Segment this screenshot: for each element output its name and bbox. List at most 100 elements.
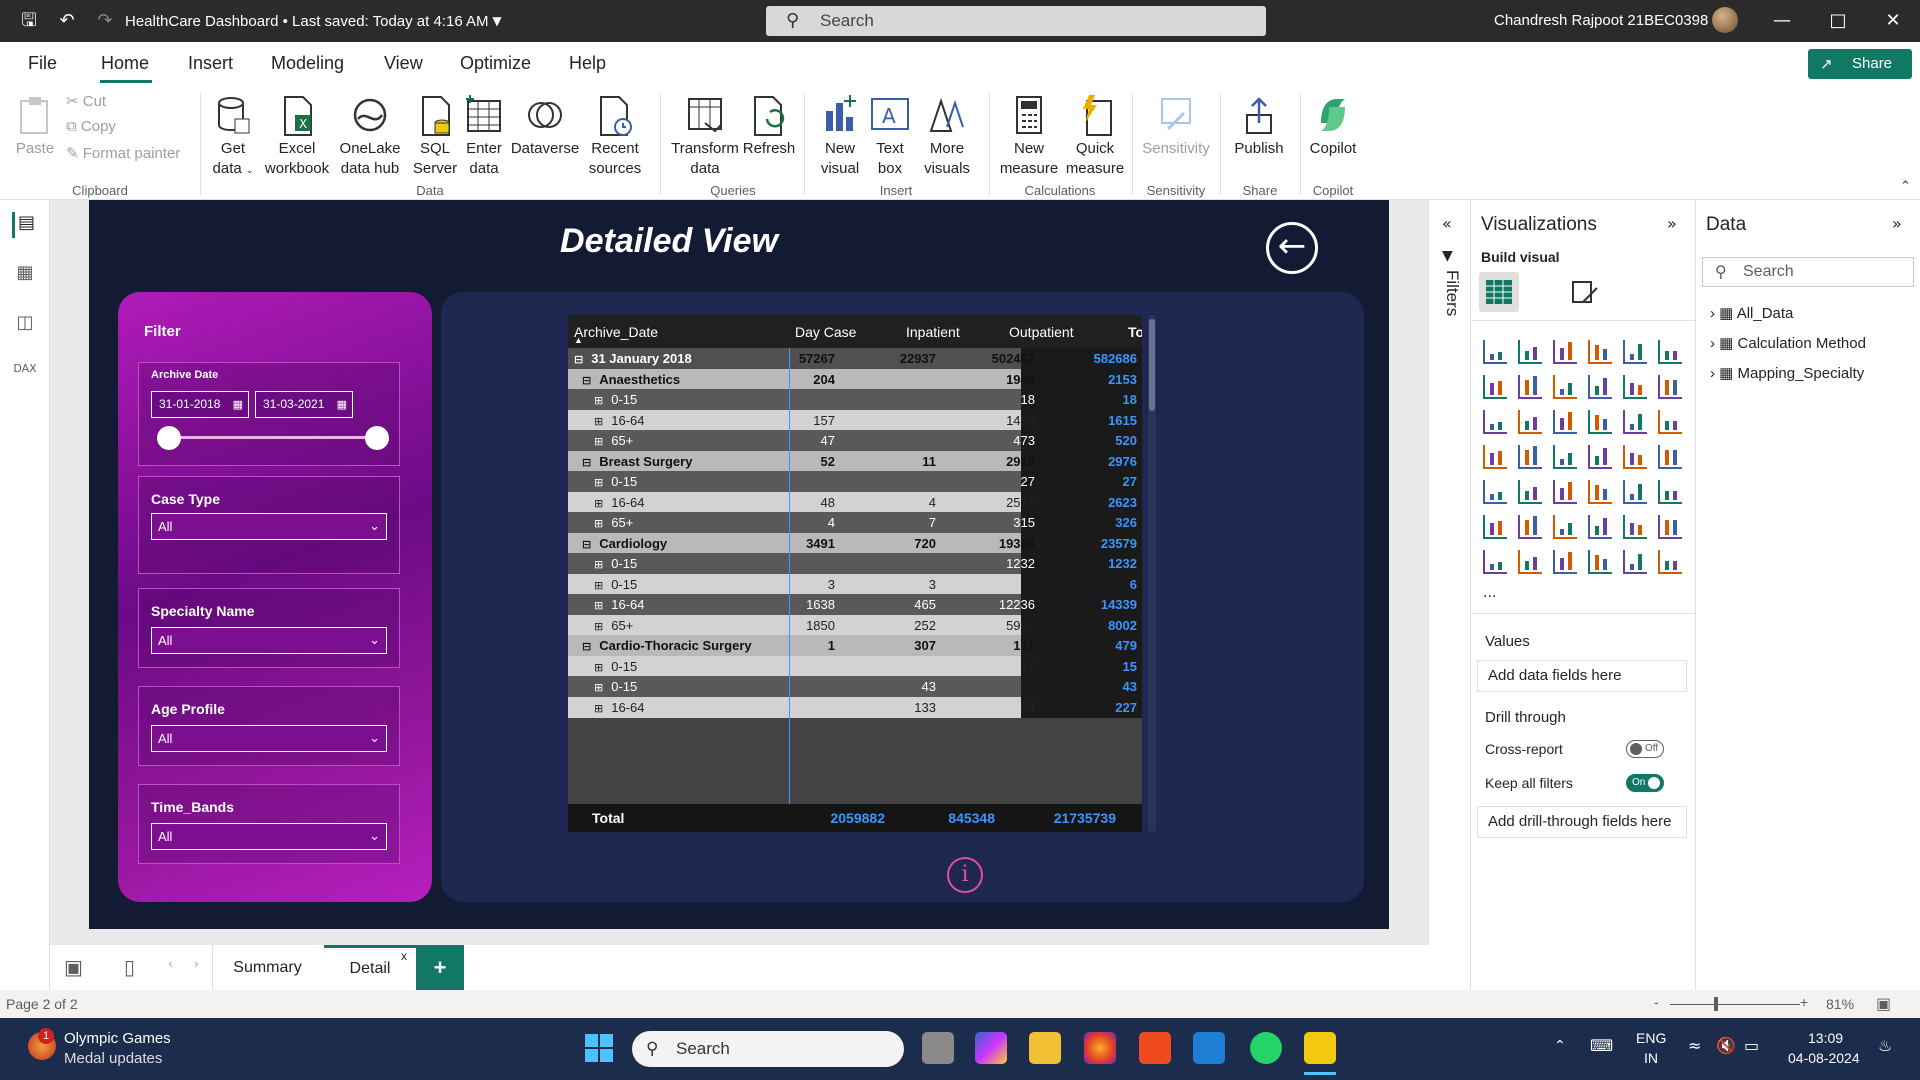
expand-collapse-icon[interactable]: ⊞ [594, 435, 603, 448]
copilot-app-icon[interactable] [975, 1032, 1007, 1064]
menu-file[interactable]: File [28, 53, 57, 74]
date-range-end-handle[interactable] [365, 426, 389, 450]
zoom-in-button[interactable]: + [1800, 994, 1808, 1010]
keep-filters-toggle[interactable]: On [1626, 774, 1664, 792]
decomposition-tree-visual-icon[interactable] [1553, 515, 1577, 539]
data-table-item[interactable]: › ▦ Mapping_Specialty [1710, 364, 1864, 382]
col-header-outpatient[interactable]: Outpatient [1009, 324, 1074, 340]
cut-button[interactable]: ✂ Cut [66, 92, 106, 110]
menu-insert[interactable]: Insert [188, 53, 233, 74]
start-date-input[interactable]: 31-01-2018 ▦ [151, 391, 249, 418]
table-row[interactable]: ⊞ 0-15 27 27 [568, 471, 1142, 492]
desktop-layout-icon[interactable]: ▣ [64, 955, 83, 979]
sensitivity-button[interactable]: Sensitivity [1136, 93, 1216, 159]
expand-collapse-icon[interactable]: ⊞ [594, 599, 603, 612]
notification-bell-icon[interactable]: ♨ [1878, 1036, 1892, 1055]
100-bar-visual-icon[interactable] [1623, 340, 1647, 364]
expand-collapse-icon[interactable]: ⊞ [594, 702, 603, 715]
ribbon-visual-icon[interactable] [1588, 375, 1612, 399]
narrative-visual-icon[interactable] [1623, 515, 1647, 539]
quick-measure-button[interactable]: Quick measure [1062, 93, 1128, 179]
next-page-icon[interactable]: › [194, 957, 199, 971]
file-explorer-icon[interactable] [1029, 1032, 1061, 1064]
undo-icon[interactable]: ↶ [56, 10, 78, 32]
zoom-slider-track[interactable] [1670, 1004, 1800, 1005]
expand-collapse-icon[interactable]: ⊞ [594, 476, 603, 489]
user-name[interactable]: Chandresh Rajpoot 21BEC0398 [1494, 12, 1708, 29]
kpi-visual-icon[interactable] [1518, 480, 1542, 504]
build-visual-tab[interactable] [1479, 272, 1519, 312]
area-visual-icon[interactable] [1518, 375, 1542, 399]
expand-collapse-icon[interactable]: ⊟ [582, 456, 591, 469]
collapse-visualizations-icon[interactable]: » [1667, 214, 1677, 233]
expand-collapse-icon[interactable]: ⊞ [594, 579, 603, 592]
menu-view[interactable]: View [384, 53, 423, 74]
info-icon[interactable]: i [947, 857, 983, 893]
table-row[interactable]: ⊞ 16-64 1638 465 12236 14339 [568, 594, 1142, 615]
copilot-button[interactable]: Copilot [1306, 93, 1360, 159]
python-visual-visual-icon[interactable] [1483, 515, 1507, 539]
stacked-bar-visual-icon[interactable] [1483, 340, 1507, 364]
stacked-area-visual-icon[interactable] [1553, 375, 1577, 399]
shape-map-visual-icon[interactable] [1553, 445, 1577, 469]
table-row[interactable]: ⊟ Cardio-Thoracic Surgery 1 307 171 479 [568, 635, 1142, 656]
menu-modeling[interactable]: Modeling [271, 53, 344, 74]
date-range-start-handle[interactable] [157, 426, 181, 450]
wifi-icon[interactable]: ≈ [1688, 1036, 1701, 1055]
col-header-day-case[interactable]: Day Case [795, 324, 856, 340]
stacked-column-visual-icon[interactable] [1518, 340, 1542, 364]
battery-icon[interactable]: ▭ [1744, 1036, 1759, 1055]
qa-visual-icon[interactable] [1588, 515, 1612, 539]
col-header-archive-date[interactable]: Archive_Date [574, 324, 658, 340]
avatar[interactable] [1712, 7, 1738, 33]
data-search-input[interactable]: ⚲ Search [1702, 257, 1914, 287]
get-data-button[interactable]: Get data ⌄ [208, 93, 258, 180]
100-column-visual-icon[interactable] [1658, 340, 1682, 364]
volume-muted-icon[interactable]: 🔇 [1716, 1036, 1736, 1055]
whatsapp-icon[interactable] [1250, 1032, 1282, 1064]
card-new-visual-icon[interactable] [1518, 550, 1542, 574]
table-row[interactable]: ⊞ 16-64 133 94 227 [568, 696, 1142, 718]
waterfall-visual-icon[interactable] [1483, 410, 1507, 434]
power-automate-visual-icon[interactable] [1623, 550, 1647, 574]
card-visual-icon[interactable] [1658, 445, 1682, 469]
drill-through-drop-zone[interactable]: Add drill-through fields here [1477, 806, 1687, 838]
case-type-dropdown[interactable]: All ⌄ [151, 513, 387, 540]
minimize-icon[interactable]: — [1770, 8, 1794, 34]
format-painter-button[interactable]: ✎ Format painter [66, 144, 180, 162]
line-column-visual-icon[interactable] [1623, 375, 1647, 399]
scrollbar-thumb[interactable] [1149, 319, 1155, 411]
data-table-item[interactable]: › ▦ Calculation Method [1710, 334, 1866, 352]
share-button[interactable]: ↗ Share [1808, 49, 1912, 79]
data-table-item[interactable]: › ▦ All_Data [1710, 304, 1793, 322]
donut-visual-icon[interactable] [1623, 410, 1647, 434]
save-icon[interactable]: 🖫 [18, 10, 40, 32]
map-visual-icon[interactable] [1483, 445, 1507, 469]
multi-row-card-visual-icon[interactable] [1483, 480, 1507, 504]
top-search-box[interactable]: ⚲ Search [766, 6, 1266, 36]
vscode-icon[interactable] [1193, 1032, 1225, 1064]
table-row[interactable]: ⊞ 0-15 1232 1232 [568, 553, 1142, 574]
expand-collapse-icon[interactable]: ⊞ [594, 620, 603, 633]
matrix-scrollbar[interactable] [1148, 315, 1156, 832]
expand-collapse-icon[interactable]: ⊟ [582, 538, 591, 551]
expand-collapse-icon[interactable]: ⊞ [594, 497, 603, 510]
table-row[interactable]: ⊟ Breast Surgery 52 11 2913 2976 [568, 450, 1142, 472]
close-tab-icon[interactable]: x [401, 949, 407, 963]
more-visuals-ellipsis[interactable]: ... [1483, 584, 1496, 602]
title-dropdown-icon[interactable]: ▼ [486, 10, 508, 32]
table-visual-icon[interactable] [1588, 480, 1612, 504]
pie-visual-icon[interactable] [1588, 410, 1612, 434]
expand-filters-icon[interactable]: « [1442, 214, 1452, 233]
new-measure-button[interactable]: New measure [996, 93, 1062, 179]
menu-optimize[interactable]: Optimize [460, 53, 531, 74]
table-row[interactable]: ⊟ 31 January 2018 57267 22937 502482 582686 [568, 348, 1142, 369]
enter-data-button[interactable]: Enter data [462, 93, 506, 179]
task-view-icon[interactable] [922, 1032, 954, 1064]
table-row[interactable]: ⊞ 0-15 43 43 [568, 676, 1142, 697]
expand-collapse-icon[interactable]: ⊞ [594, 558, 603, 571]
tray-chevron-icon[interactable]: ⌃ [1554, 1038, 1566, 1054]
table-row[interactable]: ⊞ 0-15 3 3 6 [568, 573, 1142, 595]
expand-collapse-icon[interactable]: ⊞ [594, 681, 603, 694]
refresh-button[interactable]: Refresh [742, 93, 796, 159]
